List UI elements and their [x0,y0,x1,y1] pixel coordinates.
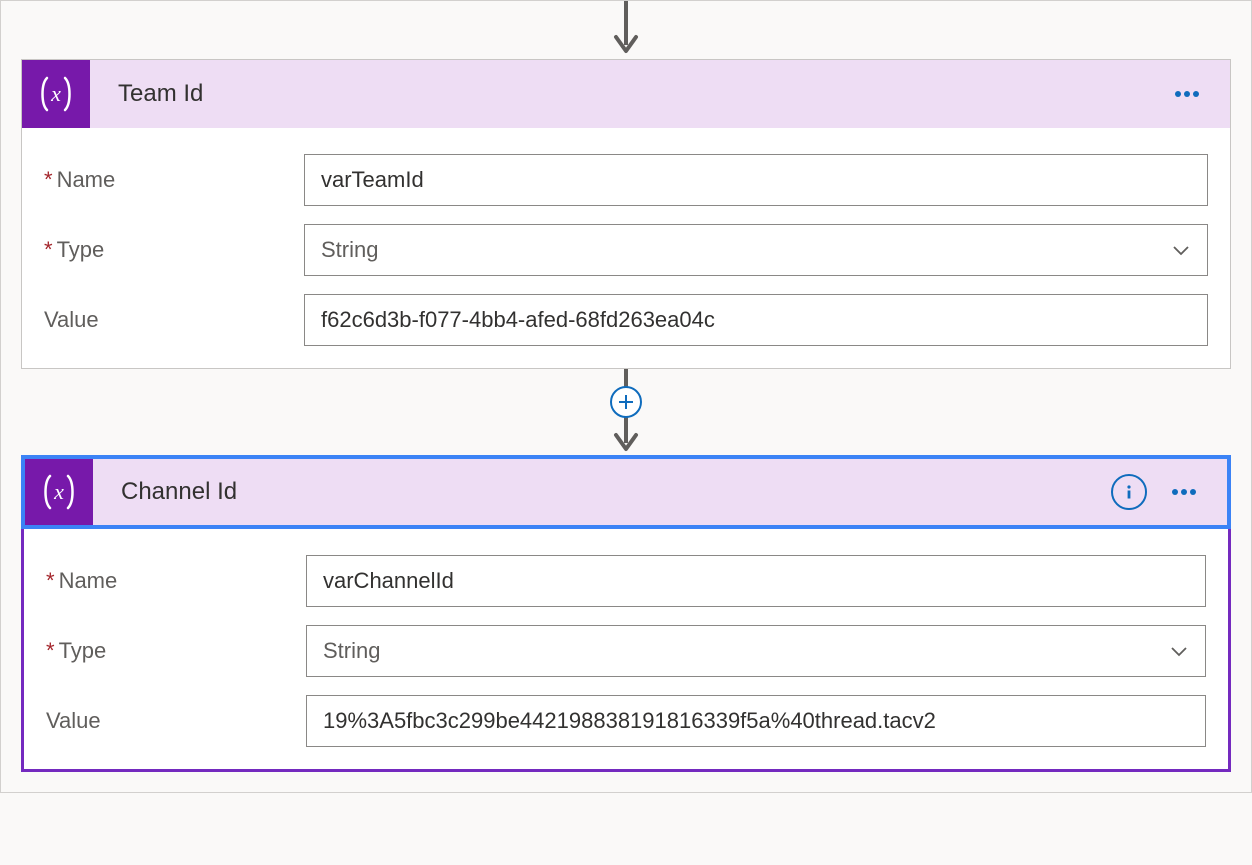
info-icon [1119,482,1139,502]
type-select[interactable]: String [304,224,1208,276]
value-input[interactable] [306,695,1206,747]
info-button[interactable] [1111,474,1147,510]
flow-canvas: x Team Id *Name [0,0,1252,793]
variable-icon: x [22,60,90,128]
card-title: Team Id [118,80,1172,108]
svg-text:x: x [50,81,61,106]
svg-text:x: x [53,479,64,504]
more-button[interactable] [1172,79,1202,109]
card-header-team-id[interactable]: x Team Id [22,60,1230,128]
card-body: *Name *Type String Value [22,128,1230,368]
flow-arrow [21,1,1231,59]
arrow-down-icon [610,1,642,59]
name-input[interactable] [304,154,1208,206]
field-label-type: *Type [44,237,304,263]
more-horizontal-icon [1172,79,1202,109]
field-label-type: *Type [46,638,306,664]
card-header-channel-id[interactable]: x Channel Id [21,455,1231,529]
more-button[interactable] [1169,477,1199,507]
plus-icon [618,394,634,410]
variable-card-team-id: x Team Id *Name [21,59,1231,369]
field-label-value: Value [44,307,304,333]
field-label-value: Value [46,708,306,734]
variable-icon: x [25,459,93,525]
field-label-name: *Name [44,167,304,193]
more-horizontal-icon [1169,477,1199,507]
field-label-name: *Name [46,568,306,594]
card-title: Channel Id [121,478,1111,506]
type-select[interactable]: String [306,625,1206,677]
value-input[interactable] [304,294,1208,346]
flow-connector [21,369,1231,455]
add-step-button[interactable] [610,386,642,418]
variable-card-channel-id: x Channel Id [21,455,1231,772]
name-input[interactable] [306,555,1206,607]
card-body: *Name *Type String Value [24,529,1228,769]
